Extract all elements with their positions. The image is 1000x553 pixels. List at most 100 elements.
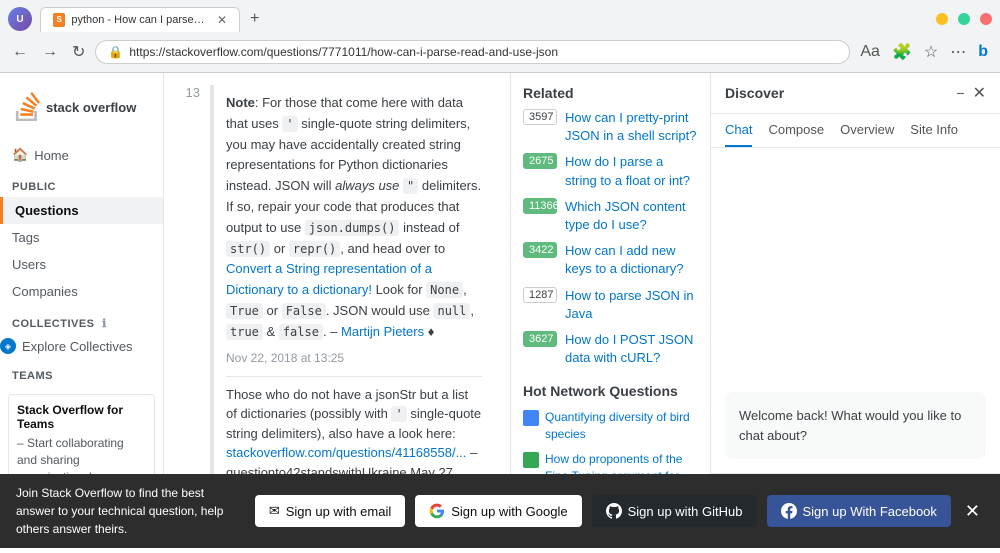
- related-item-text: Which JSON content type do I use?: [565, 198, 698, 234]
- more-button[interactable]: ⋯: [946, 38, 970, 66]
- code-jtrue: true: [226, 324, 263, 340]
- so-logo-icon: [12, 92, 42, 122]
- related-link[interactable]: stackoverflow.com/questions/41168558/...: [226, 445, 466, 460]
- signup-github-button[interactable]: Sign up with GitHub: [592, 495, 757, 527]
- discover-header-controls: − ✕: [956, 83, 986, 103]
- email-icon: ✉: [269, 503, 280, 519]
- sidebar-public-header: PUBLIC: [0, 169, 163, 197]
- discover-tab-overview[interactable]: Overview: [840, 114, 894, 147]
- hot-network-item[interactable]: Quantifying diversity of bird species: [523, 409, 698, 443]
- signup-google-button[interactable]: Sign up with Google: [415, 495, 581, 527]
- related-item[interactable]: 3422 How can I add new keys to a dictiona…: [523, 242, 698, 278]
- profile-avatar[interactable]: U: [8, 7, 32, 31]
- collectives-info-icon[interactable]: ℹ: [102, 318, 107, 330]
- related-item-text: How to parse JSON in Java: [565, 287, 698, 323]
- teams-header: TEAMS: [0, 358, 163, 386]
- forward-button[interactable]: →: [38, 39, 62, 65]
- discover-minus-button[interactable]: −: [956, 85, 964, 101]
- related-section: Related 3597How can I pretty-print JSON i…: [523, 85, 698, 367]
- signup-banner-text: Join Stack Overflow to find the best ans…: [16, 484, 245, 538]
- related-badge: 3422: [523, 242, 557, 258]
- back-button[interactable]: ←: [8, 39, 32, 65]
- toolbar-icons: Aa 🧩 ☆ ⋯ b: [856, 38, 992, 66]
- hot-item-icon: [523, 452, 539, 468]
- note-link[interactable]: Convert a String representation of a Dic…: [226, 261, 432, 297]
- sidebar-item-home[interactable]: 🏠 Home: [0, 141, 163, 169]
- related-item[interactable]: 11366 Which JSON content type do I use?: [523, 198, 698, 234]
- discover-close-button[interactable]: ✕: [973, 83, 986, 103]
- title-bar: U S python - How can I parse (rea... ✕ +: [0, 0, 1000, 32]
- teams-box-title: Stack Overflow for Teams: [17, 403, 146, 431]
- window-minimize-button[interactable]: [936, 13, 948, 25]
- collectives-header: COLLECTIVES ℹ: [0, 305, 163, 334]
- home-icon: 🏠: [12, 147, 28, 163]
- tab-bar: U S python - How can I parse (rea... ✕ +: [8, 6, 265, 32]
- tab-title: python - How can I parse (rea...: [71, 14, 207, 26]
- refresh-button[interactable]: ↻: [68, 38, 89, 66]
- note-meta: Nov 22, 2018 at 13:25: [226, 349, 482, 368]
- code-null: null: [433, 303, 470, 319]
- related-badge: 1287: [523, 287, 557, 303]
- sidebar-item-users[interactable]: Users: [0, 251, 163, 278]
- tags-label: Tags: [12, 230, 39, 245]
- so-logo-text: stack overflow: [46, 100, 136, 115]
- favorites-button[interactable]: ☆: [920, 38, 942, 66]
- related-badge: 11366: [523, 198, 557, 214]
- note-bold-label: Note: [226, 95, 255, 110]
- explore-collectives-item[interactable]: ◈ Explore Collectives: [0, 334, 163, 358]
- extensions-button[interactable]: 🧩: [888, 38, 916, 66]
- related-list: Related 3597How can I pretty-print JSON i…: [523, 85, 698, 367]
- signup-email-button[interactable]: ✉ Sign up with email: [255, 495, 405, 527]
- chat-area: Welcome back! What would you like to cha…: [711, 148, 1000, 473]
- github-icon: [606, 503, 622, 519]
- code-true: True: [226, 303, 263, 319]
- code-str: str(): [226, 241, 270, 257]
- new-tab-button[interactable]: +: [244, 6, 265, 32]
- discover-tab-compose[interactable]: Compose: [768, 114, 824, 147]
- so-header-bar: stack overflow: [12, 89, 151, 125]
- home-label: Home: [34, 148, 69, 163]
- window-maximize-button[interactable]: [958, 13, 970, 25]
- signup-banner: Join Stack Overflow to find the best ans…: [0, 474, 1000, 548]
- hot-network-title: Hot Network Questions: [523, 383, 698, 399]
- code-json-dumps: json.dumps(): [305, 220, 400, 236]
- related-item[interactable]: 2675How do I parse a string to a float o…: [523, 153, 698, 189]
- window-close-button[interactable]: [980, 13, 992, 25]
- discover-tab-chat[interactable]: Chat: [725, 114, 752, 147]
- related-item[interactable]: 3627How do I POST JSON data with cURL?: [523, 331, 698, 367]
- tab-close-button[interactable]: ✕: [217, 13, 227, 27]
- hot-item-icon: [523, 410, 539, 426]
- chat-welcome: Welcome back! What would you like to cha…: [725, 392, 986, 459]
- google-icon: [429, 503, 445, 519]
- related-badge: 2675: [523, 153, 557, 169]
- related-item[interactable]: 1287 How to parse JSON in Java: [523, 287, 698, 323]
- page-wrapper: stack overflow 🏠 Home PUBLIC Questions T…: [0, 73, 1000, 548]
- signup-facebook-button[interactable]: Sign up With Facebook: [767, 495, 951, 527]
- discover-tab-site info[interactable]: Site Info: [910, 114, 958, 147]
- related-item[interactable]: 3597How can I pretty-print JSON in a she…: [523, 109, 698, 145]
- explore-collectives-label: Explore Collectives: [22, 339, 133, 354]
- address-bar[interactable]: 🔒 https://stackoverflow.com/questions/77…: [95, 40, 850, 64]
- edge-copilot-button[interactable]: b: [974, 39, 992, 65]
- tab-favicon: S: [53, 13, 65, 27]
- code-none: None: [426, 282, 463, 298]
- lock-icon: 🔒: [108, 45, 123, 59]
- sidebar-item-tags[interactable]: Tags: [0, 224, 163, 251]
- companies-label: Companies: [12, 284, 78, 299]
- code-repr: repr(): [289, 241, 340, 257]
- users-label: Users: [12, 257, 46, 272]
- discover-tabs: Chat Compose Overview Site Info: [711, 114, 1000, 148]
- facebook-icon: [781, 503, 797, 519]
- related-badge: 3597: [523, 109, 557, 125]
- related-item-text: How can I add new keys to a dictionary?: [565, 242, 698, 278]
- reader-mode-button[interactable]: Aa: [856, 39, 884, 65]
- window-controls: [936, 13, 992, 25]
- signup-banner-close-button[interactable]: ✕: [961, 497, 984, 526]
- discover-header: Discover − ✕: [711, 73, 1000, 114]
- sidebar-item-questions[interactable]: Questions: [0, 197, 163, 224]
- author-link[interactable]: Martijn Pieters: [341, 324, 424, 339]
- sidebar-item-companies[interactable]: Companies: [0, 278, 163, 305]
- active-tab[interactable]: S python - How can I parse (rea... ✕: [40, 7, 240, 32]
- related-title: Related: [523, 85, 698, 101]
- sidebar-logo: stack overflow: [0, 89, 163, 141]
